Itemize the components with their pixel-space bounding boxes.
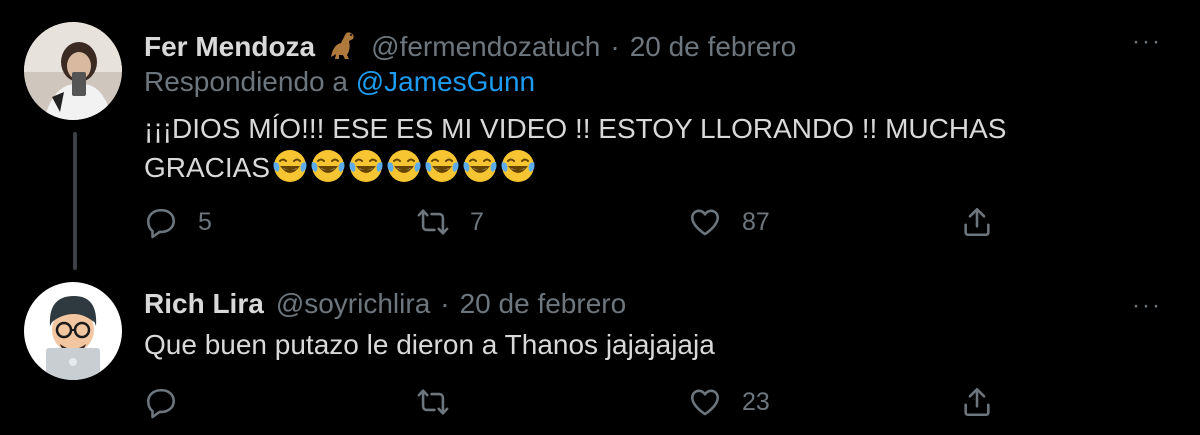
tweet-text-line-2: GRACIAS [144, 148, 1006, 187]
laughing-crying-emoji-icon [462, 148, 498, 184]
laughing-emoji-group [270, 150, 536, 183]
retweet-button[interactable] [416, 385, 470, 419]
replying-to-label: Respondiendo a [144, 66, 348, 97]
separator-dot: · [610, 31, 620, 62]
reply-button[interactable]: 5 [144, 205, 212, 239]
laughing-crying-emoji-icon [386, 148, 422, 184]
tweet-date[interactable]: 20 de febrero [630, 31, 797, 63]
retweet-icon [417, 389, 449, 415]
share-button[interactable] [960, 205, 994, 239]
separator-dot: · [440, 288, 450, 319]
avatar-fer-mendoza[interactable] [24, 22, 122, 120]
tweet-header: Fer Mendoza @fermendozatuch · 20 de febr… [144, 24, 796, 63]
tweet-text: Que buen putazo le dieron a Thanos jajaj… [144, 329, 715, 360]
tweet-text: ¡¡¡DIOS MÍO!!! ESE ES MI VIDEO !! ESTOY … [144, 110, 1006, 187]
reply-icon [146, 388, 176, 419]
tweet-text-line-2-text: GRACIAS [144, 152, 271, 183]
tweet-2[interactable]: Rich Lira @soyrichlira · 20 de febrero ·… [0, 270, 1200, 435]
share-button[interactable] [960, 385, 994, 419]
reply-button[interactable] [144, 385, 198, 419]
like-button[interactable]: 23 [688, 385, 770, 419]
laughing-crying-emoji-icon [348, 148, 384, 184]
retweet-count: 7 [470, 207, 484, 236]
retweet-button[interactable]: 7 [416, 205, 484, 239]
display-name[interactable]: Fer Mendoza [144, 31, 315, 63]
tweet-header: Rich Lira @soyrichlira · 20 de febrero [144, 288, 626, 320]
user-handle[interactable]: @soyrichlira [276, 288, 430, 320]
laughing-crying-emoji-icon [500, 148, 536, 184]
like-button[interactable]: 87 [688, 205, 770, 239]
share-icon [964, 207, 990, 237]
user-handle[interactable]: @fermendozatuch [371, 31, 600, 63]
laughing-crying-emoji-icon [424, 148, 460, 184]
mention-link[interactable]: @JamesGunn [356, 66, 535, 97]
like-count: 23 [742, 387, 770, 416]
reply-icon [146, 208, 176, 239]
tweet-1[interactable]: Fer Mendoza @fermendozatuch · 20 de febr… [0, 0, 1200, 270]
tweet-text-line-1: ¡¡¡DIOS MÍO!!! ESE ES MI VIDEO !! ESTOY … [144, 113, 1007, 144]
retweet-icon [417, 209, 449, 235]
thread-line [73, 132, 77, 270]
laughing-crying-emoji-icon [272, 148, 308, 184]
tweet-date[interactable]: 20 de febrero [460, 288, 627, 320]
heart-icon [690, 389, 720, 416]
avatar-rich-lira[interactable] [24, 282, 122, 380]
dinosaur-emoji-icon [327, 29, 359, 61]
replying-to: Respondiendo a @JamesGunn [144, 66, 535, 98]
display-name[interactable]: Rich Lira [144, 288, 264, 320]
heart-icon [690, 209, 720, 236]
more-icon[interactable]: ··· [1132, 28, 1162, 56]
share-icon [964, 387, 990, 417]
laughing-crying-emoji-icon [310, 148, 346, 184]
like-count: 87 [742, 207, 770, 236]
reply-count: 5 [198, 207, 212, 236]
more-icon[interactable]: ··· [1132, 292, 1162, 320]
